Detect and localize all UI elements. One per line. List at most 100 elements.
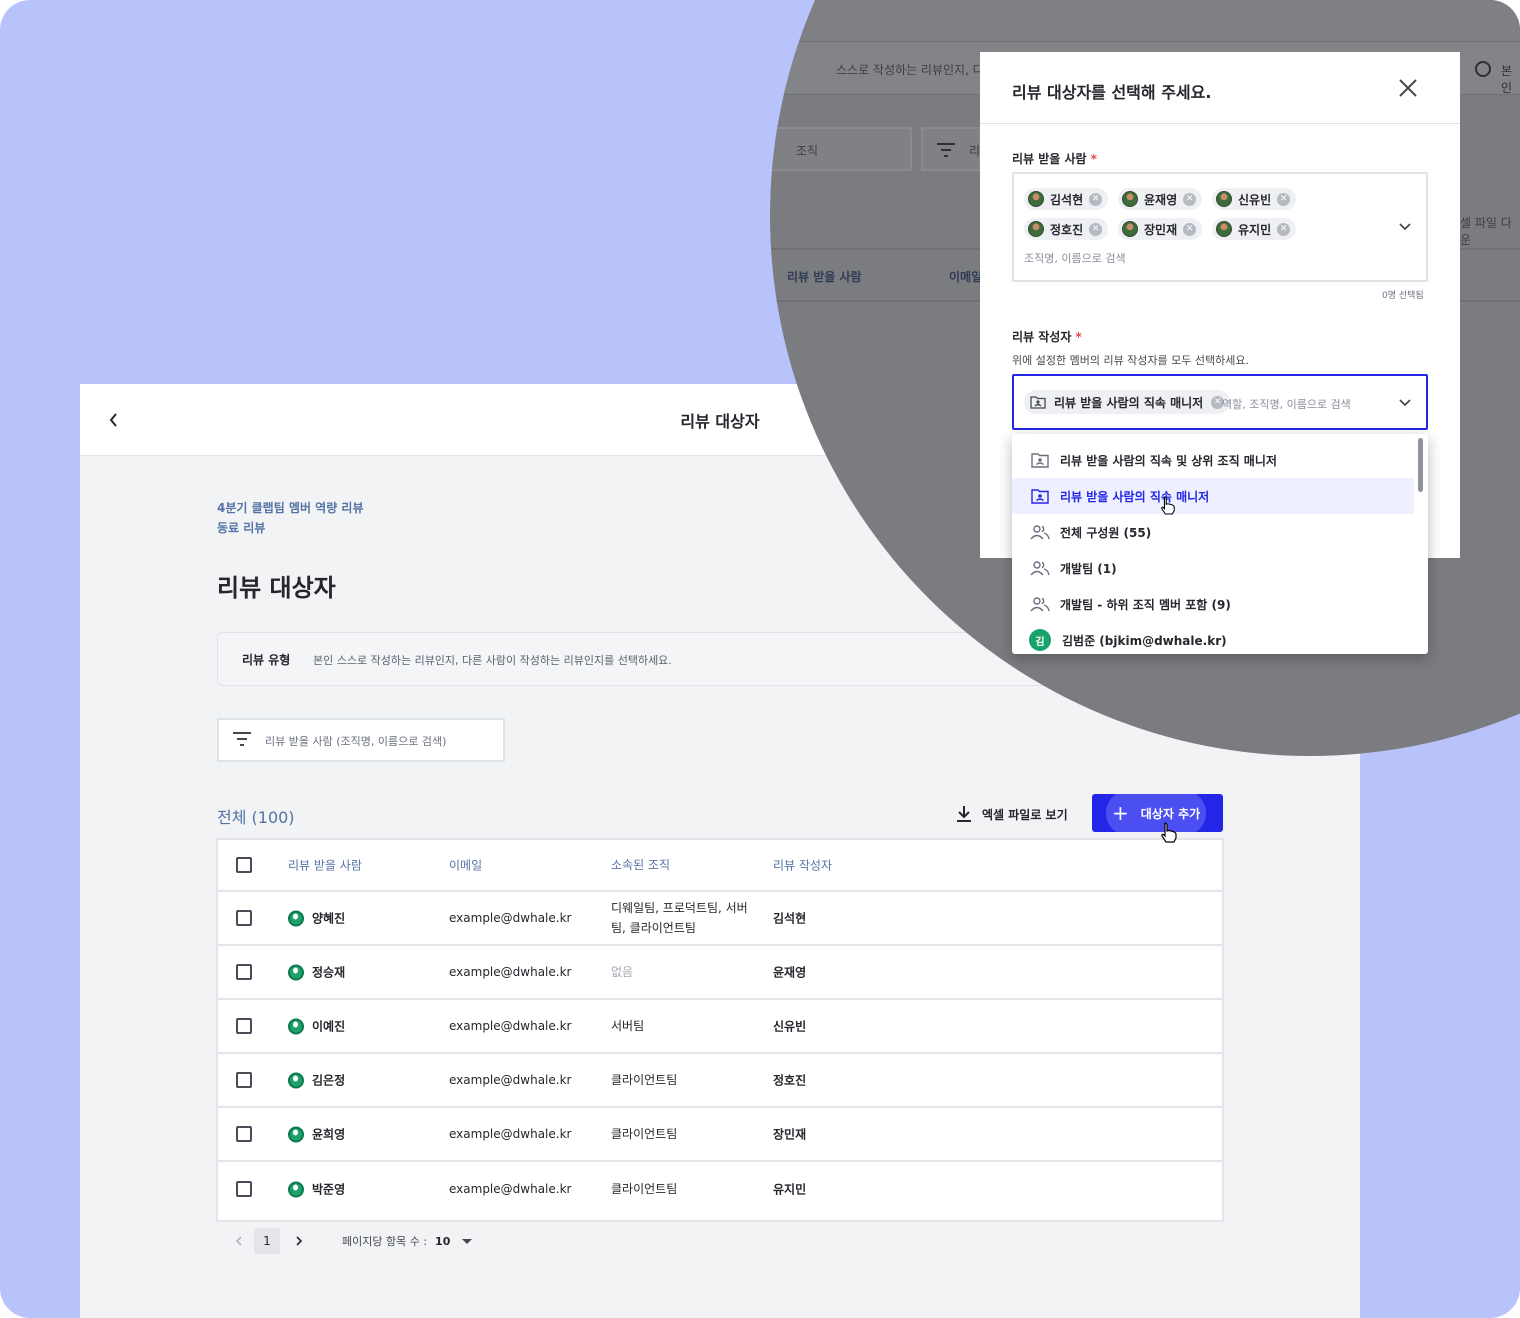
org-cell: 서버팀: [611, 1019, 645, 1033]
dropdown-option[interactable]: 개발팀 (1): [1012, 550, 1414, 586]
filter-icon: [937, 143, 955, 157]
table-header-row: 리뷰 받을 사람 이메일 소속된 조직 리뷰 작성자: [218, 840, 1222, 892]
filter-icon: [233, 732, 251, 746]
chevron-right-icon: [296, 1236, 303, 1246]
receivers-label: 리뷰 받을 사람 *: [1012, 152, 1097, 166]
receiver-name: 박준영: [312, 1182, 346, 1197]
group-icon: [1030, 597, 1050, 612]
dropdown-option[interactable]: 전체 구성원 (55): [1012, 514, 1414, 550]
close-icon[interactable]: [1394, 74, 1422, 102]
writers-select[interactable]: 리뷰 받을 사람의 직속 매니저 ✕ 역할, 조직명, 이름으로 검색: [1012, 374, 1428, 430]
table-row[interactable]: 양혜진 example@dwhale.kr 디웨일팀, 프로덕트팀, 서버팀, …: [218, 892, 1222, 946]
writer-chip: 리뷰 받을 사람의 직속 매니저 ✕: [1024, 390, 1231, 414]
remove-chip-icon[interactable]: ✕: [1089, 222, 1103, 236]
receiver-chip: 신유빈 ✕: [1212, 188, 1297, 210]
per-page-label: 페이지당 항목 수 :: [342, 1235, 428, 1248]
required-mark: *: [1090, 152, 1097, 166]
column-header-receiver[interactable]: 리뷰 받을 사람: [288, 857, 362, 874]
dropdown-option-active[interactable]: 리뷰 받을 사람의 직속 매니저: [1012, 478, 1414, 514]
select-all-checkbox[interactable]: [236, 857, 252, 873]
table-row[interactable]: 이예진 example@dwhale.kr 서버팀 신유빈: [218, 1000, 1222, 1054]
add-target-button[interactable]: + 대상자 추가: [1092, 794, 1223, 832]
column-header-org[interactable]: 소속된 조직: [611, 855, 756, 875]
group-icon: [1030, 525, 1050, 540]
receiver-cell: 김은정: [288, 1072, 345, 1089]
receiver-chip: 유지민 ✕: [1212, 218, 1297, 240]
dimmed-text: 이메일: [949, 270, 983, 284]
row-checkbox[interactable]: [236, 964, 252, 980]
breadcrumb-item[interactable]: 동료 리뷰: [217, 518, 364, 538]
email-cell: example@dwhale.kr: [449, 1019, 572, 1033]
receivers-select[interactable]: 김석현 ✕ 윤재영 ✕ 신유빈 ✕ 정호진 ✕ 장민재 ✕ 유지민 ✕ 조직명, 이름으로 …: [1012, 172, 1428, 282]
remove-chip-icon[interactable]: ✕: [1183, 222, 1197, 236]
breadcrumb: 4분기 클랩팀 멤버 역량 리뷰 동료 리뷰: [217, 498, 364, 538]
row-checkbox[interactable]: [236, 910, 252, 926]
dimmed-text: 조직: [796, 144, 819, 158]
radio-label: 본인: [1501, 64, 1513, 95]
avatar: [288, 1072, 304, 1088]
receiver-cell: 박준영: [288, 1181, 345, 1198]
writer-chip-label: 리뷰 받을 사람의 직속 매니저: [1054, 395, 1204, 410]
remove-chip-icon[interactable]: ✕: [1277, 192, 1291, 206]
receiver-cell: 이예진: [288, 1018, 345, 1035]
remove-chip-icon[interactable]: ✕: [1183, 192, 1197, 206]
org-cell: 클라이언트팀: [611, 1127, 678, 1141]
receiver-cell: 양혜진: [288, 910, 345, 927]
receiver-name: 양혜진: [312, 911, 346, 926]
column-header-writer[interactable]: 리뷰 작성자: [773, 857, 832, 874]
hand-cursor-icon: [1161, 822, 1177, 843]
column-header-email[interactable]: 이메일: [449, 857, 482, 874]
dimmed-input: 조직: [770, 127, 912, 171]
receivers-placeholder: 조직명, 이름으로 검색: [1024, 252, 1126, 265]
caret-down-icon[interactable]: [462, 1238, 473, 1244]
scrollbar[interactable]: [1418, 438, 1423, 492]
email-cell: example@dwhale.kr: [449, 911, 572, 925]
email-cell: example@dwhale.kr: [449, 1127, 572, 1141]
per-page-value[interactable]: 10: [435, 1235, 450, 1248]
row-checkbox[interactable]: [236, 1126, 252, 1142]
chevron-down-icon[interactable]: [1398, 396, 1412, 410]
remove-chip-icon[interactable]: ✕: [1089, 192, 1103, 206]
row-checkbox[interactable]: [236, 1018, 252, 1034]
review-type-label: 리뷰 유형: [242, 653, 291, 667]
row-checkbox[interactable]: [236, 1181, 252, 1197]
table-row[interactable]: 정승재 example@dwhale.kr 없음 윤재영: [218, 946, 1222, 1000]
excel-view-button[interactable]: 엑셀 파일로 보기: [956, 802, 1068, 826]
avatar: [288, 1126, 304, 1142]
page-number[interactable]: 1: [254, 1228, 280, 1254]
next-page-button[interactable]: [286, 1228, 312, 1254]
dropdown-option[interactable]: 리뷰 받을 사람의 직속 및 상위 조직 매니저: [1012, 442, 1414, 478]
receiver-search-placeholder: 리뷰 받을 사람 (조직명, 이름으로 검색): [265, 735, 447, 748]
chevron-down-icon[interactable]: [1398, 220, 1412, 234]
writer-cell: 김석현: [773, 911, 807, 926]
dimmed-text: 리뷰 받을 사람: [787, 270, 862, 284]
receiver-search-input[interactable]: 리뷰 받을 사람 (조직명, 이름으로 검색): [217, 718, 505, 762]
receiver-chip: 김석현 ✕: [1024, 188, 1109, 210]
magnified-view: 스스로 작성하는 리뷰인지, 다 본인 조직 리 셀 파일 다운 리뷰 받을 사…: [770, 0, 1520, 756]
table-row[interactable]: 윤희영 example@dwhale.kr 클라이언트팀 장민재: [218, 1108, 1222, 1162]
manager-folder-icon: [1031, 489, 1049, 504]
table-row[interactable]: 박준영 example@dwhale.kr 클라이언트팀 유지민: [218, 1162, 1222, 1216]
row-checkbox[interactable]: [236, 1072, 252, 1088]
group-icon: [1030, 561, 1050, 576]
breadcrumb-item[interactable]: 4분기 클랩팀 멤버 역량 리뷰: [217, 498, 364, 518]
writer-cell: 유지민: [773, 1182, 807, 1197]
writer-cell: 윤재영: [773, 965, 807, 980]
prev-page-button[interactable]: [226, 1228, 252, 1254]
writers-label: 리뷰 작성자 *: [1012, 330, 1082, 344]
avatar: [288, 964, 304, 980]
dimmed-header: [770, 0, 1520, 42]
dropdown-option[interactable]: 김 김범준 (bjkim@dwhale.kr): [1012, 622, 1414, 654]
org-cell: 디웨일팀, 프로덕트팀, 서버팀, 클라이언트팀: [611, 901, 748, 935]
total-count: 전체 (100): [217, 808, 295, 827]
plus-icon: +: [1112, 801, 1129, 825]
dropdown-option[interactable]: 개발팀 - 하위 조직 멤버 포함 (9): [1012, 586, 1414, 622]
review-type-description: 본인 스스로 작성하는 리뷰인지, 다른 사람이 작성하는 리뷰인지를 선택하세…: [313, 654, 672, 667]
hand-cursor-icon: [1161, 496, 1175, 515]
receiver-chip: 장민재 ✕: [1118, 218, 1203, 240]
chevron-left-icon: [235, 1236, 242, 1246]
table-row[interactable]: 김은정 example@dwhale.kr 클라이언트팀 정호진: [218, 1054, 1222, 1108]
manager-folder-icon: [1031, 453, 1049, 468]
remove-chip-icon[interactable]: ✕: [1277, 222, 1291, 236]
modal-header: 리뷰 대상자를 선택해 주세요.: [980, 52, 1460, 124]
